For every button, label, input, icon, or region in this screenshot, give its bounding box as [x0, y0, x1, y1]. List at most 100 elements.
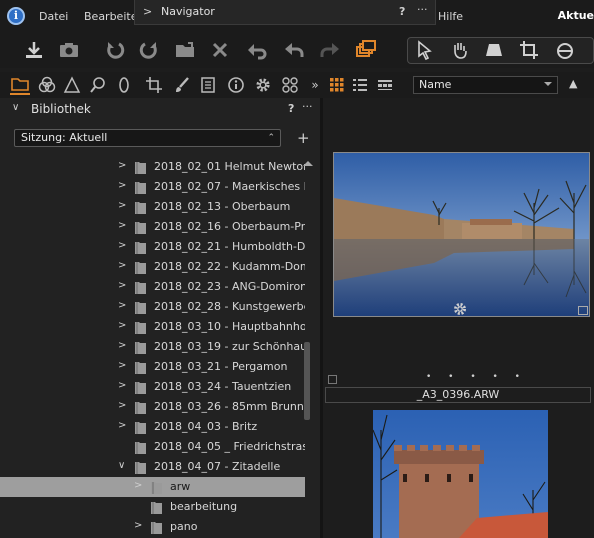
folder-tree-row[interactable]: >2018_02_07 - Maerkisches M [0, 177, 305, 197]
chevron-right-icon[interactable]: > [118, 260, 126, 271]
chevron-down-icon[interactable]: ∨ [12, 102, 19, 113]
undo-icon[interactable] [281, 37, 307, 63]
grid-view-icon[interactable] [327, 75, 347, 95]
session-select[interactable]: Sitzung: Aktuell ⌃ [14, 129, 281, 147]
library-help-button[interactable]: ? [288, 102, 294, 115]
straighten-icon[interactable] [552, 37, 578, 63]
add-album-button[interactable]: + [297, 129, 310, 147]
chevron-right-icon[interactable]: > [118, 320, 126, 331]
rotate-left-icon[interactable] [102, 37, 128, 63]
folder-tree-row[interactable]: >2018_03_26 - 85mm Brunnenv [0, 397, 305, 417]
output-tab-icon[interactable] [198, 75, 218, 95]
folder-tree-label: 2018_03_21 - Pergamon [154, 360, 288, 373]
metadata-info-icon[interactable] [226, 75, 246, 95]
star-rating[interactable]: • • • • • [426, 372, 527, 382]
batch-tab-icon[interactable] [280, 75, 300, 95]
camera-icon[interactable] [56, 37, 82, 63]
folder-tree-row[interactable]: >2018_02_16 - Oberbaum-Primo [0, 217, 305, 237]
folder-tree-row[interactable]: >2018_03_21 - Pergamon [0, 357, 305, 377]
folder-tree-row[interactable]: >2018_03_19 - zur Schönhauser [0, 337, 305, 357]
folder-tree-row[interactable]: >2018_02_28 - Kunstgewerbe [0, 297, 305, 317]
chevron-right-icon[interactable]: > [118, 300, 126, 311]
list-view-icon[interactable] [350, 75, 370, 95]
folder-tree-row[interactable]: >2018_03_10 - Hauptbahnhof [0, 317, 305, 337]
thumbnail-citadel-wall[interactable] [333, 152, 590, 317]
library-tab-folder-icon[interactable] [10, 75, 30, 95]
menu-datei[interactable]: Datei [39, 10, 68, 23]
folder-tree-label: 2018_03_19 - zur Schönhauser [154, 340, 305, 353]
thumbnail-citadel-tower[interactable] [373, 410, 548, 538]
keystone-icon[interactable] [481, 37, 507, 63]
navigator-panel-header[interactable]: > Navigator ? ··· [134, 0, 436, 25]
workspace-label[interactable]: Aktue [558, 9, 594, 22]
folder-tree-row[interactable]: >2018_02_21 - Humboldth-Domi [0, 237, 305, 257]
folder-tree-row[interactable]: > pano [0, 517, 305, 537]
composition-crop-tab-icon[interactable] [144, 75, 164, 95]
navigator-more-button[interactable]: ··· [417, 3, 428, 16]
folder-tree-row[interactable]: 2018_04_05 _ Friedrichstrasse [0, 437, 305, 457]
chevron-right-icon[interactable]: > [134, 480, 142, 491]
lens-tab-icon[interactable] [88, 75, 108, 95]
folder-icon [150, 500, 163, 515]
folder-tree-row[interactable]: >2018_02_23 - ANG-Domiron [0, 277, 305, 297]
move-to-folder-icon[interactable] [172, 37, 198, 63]
folder-icon [134, 400, 147, 415]
chevron-right-icon[interactable]: > [118, 380, 126, 391]
folder-tree-row[interactable]: >2018_02_01 Helmut Newton [0, 157, 305, 177]
folder-tree-row[interactable]: > arw [0, 477, 305, 497]
folder-tree-row[interactable]: >2018_02_13 - Oberbaum [0, 197, 305, 217]
folder-tree-label: 2018_03_10 - Hauptbahnhof [154, 320, 305, 333]
rotate-right-icon[interactable] [136, 37, 162, 63]
folder-tree-row[interactable]: ∨ 2018_04_07 - Zitadelle [0, 457, 305, 477]
pan-hand-icon[interactable] [447, 37, 473, 63]
chevron-right-icon[interactable]: > [118, 280, 126, 291]
details-tab-icon[interactable] [114, 75, 134, 95]
delete-icon[interactable] [207, 37, 233, 63]
copy-adjustments-icon[interactable] [353, 37, 379, 63]
settings-gear-icon[interactable] [253, 75, 273, 95]
exposure-tab-icon[interactable] [62, 75, 82, 95]
chevron-right-icon[interactable]: > [118, 180, 126, 191]
menu-hilfe[interactable]: Hilfe [438, 10, 463, 23]
chevron-right-icon[interactable]: > [118, 340, 126, 351]
color-tab-icon[interactable] [37, 75, 57, 95]
chevron-right-icon[interactable]: > [118, 220, 126, 231]
folder-tree-row[interactable]: bearbeitung [0, 497, 305, 517]
library-more-button[interactable]: ··· [302, 100, 313, 113]
chevron-right-icon[interactable]: > [143, 5, 152, 18]
reset-adjustments-icon[interactable] [244, 37, 270, 63]
session-select-value: Sitzung: Aktuell [21, 131, 108, 144]
folder-tree-row[interactable]: >2018_03_24 - Tauentzien [0, 377, 305, 397]
more-tabs-chevron-icon[interactable]: » [305, 75, 325, 95]
tree-scrollbar-thumb[interactable] [304, 342, 310, 420]
chevron-right-icon[interactable]: > [118, 200, 126, 211]
chevron-right-icon[interactable]: > [134, 520, 142, 531]
chevron-right-icon[interactable]: > [118, 400, 126, 411]
folder-icon [134, 440, 147, 455]
library-panel: ∨ Bibliothek ? ··· Sitzung: Aktuell ⌃ + … [0, 98, 320, 538]
folder-tree-label: 2018_02_23 - ANG-Domiron [154, 280, 305, 293]
select-checkbox[interactable] [328, 375, 337, 384]
sort-direction-button[interactable]: ▲ [569, 77, 577, 90]
redo-icon[interactable] [317, 37, 343, 63]
folder-icon [134, 460, 147, 475]
chevron-right-icon[interactable]: > [118, 240, 126, 251]
adjustments-gear-icon[interactable] [453, 302, 467, 316]
folder-tree-row[interactable]: >2018_04_03 - Britz [0, 417, 305, 437]
scroll-up-arrow-icon[interactable] [303, 156, 313, 166]
sort-by-select[interactable]: Name [413, 76, 558, 94]
folder-icon [134, 180, 147, 195]
crop-icon[interactable] [516, 37, 542, 63]
select-cursor-icon[interactable] [412, 37, 438, 63]
chevron-down-icon[interactable]: ∨ [118, 460, 125, 471]
filmstrip-view-icon[interactable] [375, 75, 395, 95]
navigator-help-button[interactable]: ? [399, 5, 405, 18]
chevron-right-icon[interactable]: > [118, 160, 126, 171]
chevron-right-icon[interactable]: > [118, 420, 126, 431]
app-logo-icon [7, 7, 25, 25]
local-adjustments-brush-icon[interactable] [172, 75, 192, 95]
import-icon[interactable] [21, 37, 47, 63]
library-panel-header[interactable]: ∨ Bibliothek ? ··· [0, 98, 320, 120]
chevron-right-icon[interactable]: > [118, 360, 126, 371]
folder-tree-row[interactable]: >2018_02_22 - Kudamm-Domiro [0, 257, 305, 277]
